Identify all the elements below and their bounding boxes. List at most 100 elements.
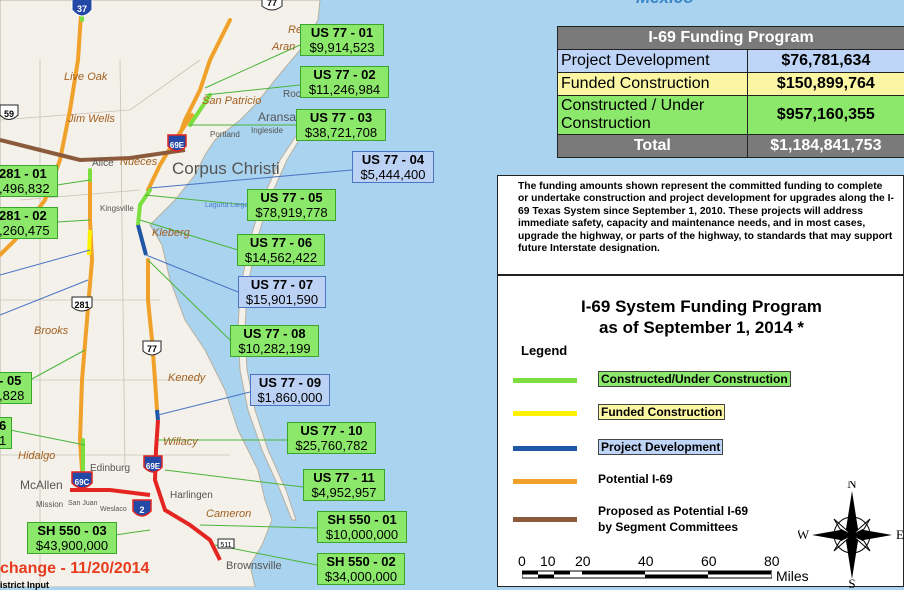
project-label-us77-06[interactable]: US 77 - 06 $14,562,422 xyxy=(237,234,325,266)
project-label-281-02[interactable]: 281 - 02 ,260,475 xyxy=(0,207,58,239)
project-code: 281 - 02 xyxy=(0,208,57,223)
funding-note: The funding amounts shown represent the … xyxy=(497,175,904,275)
legend-heading: Legend xyxy=(521,343,567,358)
project-label-us77-02[interactable]: US 77 - 02 $11,246,984 xyxy=(300,66,389,98)
project-amount: $11,246,984 xyxy=(301,82,388,97)
place-hidalgo: Hidalgo xyxy=(18,450,55,462)
scale-tick: 10 xyxy=(540,553,556,569)
place-harlingen: Harlingen xyxy=(170,490,213,501)
project-code: US 77 - 02 xyxy=(301,67,388,82)
legend-label-development: Project Development xyxy=(598,439,723,455)
project-label-sh550-01[interactable]: SH 550 - 01 $10,000,000 xyxy=(317,511,407,543)
project-label-us77-09[interactable]: US 77 - 09 $1,860,000 xyxy=(250,374,330,406)
project-code: US 77 - 04 xyxy=(353,152,433,167)
project-amount: $9,914,523 xyxy=(301,40,383,55)
place-jim-wells: Jim Wells xyxy=(68,113,115,125)
funding-amount: $150,899,764 xyxy=(747,73,904,96)
project-amount: ,496,832 xyxy=(0,181,57,196)
project-label-us77-07[interactable]: US 77 - 07 $15,901,590 xyxy=(238,276,326,308)
scale-tick: 40 xyxy=(638,553,654,569)
funding-row-constructed: Constructed / Under Construction $957,16… xyxy=(558,96,904,135)
district-input-note: istrict Input xyxy=(0,580,49,590)
svg-text:37: 37 xyxy=(77,4,87,14)
project-label-us77-05[interactable]: US 77 - 05 $78,919,778 xyxy=(247,189,336,221)
project-label-us77-08[interactable]: US 77 - 08 $10,282,199 xyxy=(230,325,319,357)
place-san-juan: San Juan xyxy=(68,500,98,507)
funding-total-amount: $1,184,841,753 xyxy=(747,135,904,158)
project-label-sh550-02[interactable]: SH 550 - 02 $34,000,000 xyxy=(317,553,405,585)
project-amount: $25,760,782 xyxy=(288,438,375,453)
place-nueces: Nueces xyxy=(120,156,157,168)
svg-text:2: 2 xyxy=(139,505,144,515)
shield-i37: 37 xyxy=(72,0,92,16)
place-willacy: Willacy xyxy=(163,436,198,448)
project-amount: 1 xyxy=(0,433,11,448)
legend-label-funded: Funded Construction xyxy=(598,404,725,420)
place-aransas: Aran xyxy=(272,41,295,53)
shield-us281: 281 xyxy=(72,297,92,311)
map-revision-note: change - 11/20/2014 xyxy=(0,560,149,578)
scale-bar: 0 10 20 40 60 80 Miles xyxy=(518,553,788,583)
project-code: 281 - 01 xyxy=(0,166,57,181)
project-amount: $4,952,957 xyxy=(304,485,384,500)
project-amount: $14,562,422 xyxy=(238,250,324,265)
project-label-us77-11[interactable]: US 77 - 11 $4,952,957 xyxy=(303,469,385,501)
place-alice: Alice xyxy=(92,158,114,169)
svg-text:281: 281 xyxy=(74,300,89,310)
project-label-partial-06[interactable]: 6 1 xyxy=(0,417,12,449)
svg-text:69E: 69E xyxy=(146,462,161,471)
funding-row-funded: Funded Construction $150,899,764 xyxy=(558,73,904,96)
scale-bar-graphic xyxy=(522,570,772,580)
funding-table: I-69 Funding Program Project Development… xyxy=(557,26,904,158)
funding-label: Funded Construction xyxy=(558,73,748,96)
svg-text:S: S xyxy=(848,576,855,588)
legend-title-line2: as of September 1, 2014 * xyxy=(498,317,904,338)
shield-us77: 77 xyxy=(143,341,161,355)
project-code: US 77 - 07 xyxy=(239,277,325,292)
compass-rose-icon: N S W E xyxy=(798,481,904,588)
svg-text:W: W xyxy=(798,527,810,542)
legend-label-proposed-2: by Segment Committees xyxy=(598,520,738,534)
project-amount: $15,901,590 xyxy=(239,292,325,307)
place-kleberg: Kleberg xyxy=(152,227,190,239)
project-amount: $43,900,000 xyxy=(28,538,116,553)
legend-panel: I-69 System Funding Program as of Septem… xyxy=(497,275,904,587)
funding-amount: $957,160,355 xyxy=(747,96,904,135)
place-cameron: Cameron xyxy=(206,508,251,520)
project-label-us77-03[interactable]: US 77 - 03 $38,721,708 xyxy=(296,109,386,141)
project-label-sh550-03[interactable]: SH 550 - 03 $43,900,000 xyxy=(27,522,117,554)
place-edinburg: Edinburg xyxy=(90,463,130,474)
project-code: SH 550 - 03 xyxy=(28,523,116,538)
legend-swatch-constructed xyxy=(513,378,577,383)
project-code: US 77 - 09 xyxy=(251,375,329,390)
project-label-us77-10[interactable]: US 77 - 10 $25,760,782 xyxy=(287,422,376,454)
place-laguna-larga: Laguna Larga xyxy=(205,202,248,209)
funding-label: Constructed / Under Construction xyxy=(558,96,748,135)
shield-i69e-rgv: 69E xyxy=(144,456,162,472)
legend-title: I-69 System Funding Program as of Septem… xyxy=(498,296,904,338)
project-label-partial-05[interactable]: - 05 ,828 xyxy=(0,372,32,404)
funding-row-development: Project Development $76,781,634 xyxy=(558,50,904,73)
shield-us59: 59 xyxy=(0,105,18,120)
place-ingleside: Ingleside xyxy=(251,126,283,135)
funding-label: Project Development xyxy=(558,50,748,73)
project-amount: $5,444,400 xyxy=(353,167,433,182)
project-label-us77-01[interactable]: US 77 - 01 $9,914,523 xyxy=(300,24,384,56)
project-label-281-01[interactable]: 281 - 01 ,496,832 xyxy=(0,165,58,197)
scale-tick: 20 xyxy=(575,553,591,569)
place-corpus-christi: Corpus Christi xyxy=(172,159,280,179)
project-code: US 77 - 11 xyxy=(304,470,384,485)
place-portland: Portland xyxy=(210,130,240,139)
legend-title-line1: I-69 System Funding Program xyxy=(498,296,904,317)
funding-row-total: Total $1,184,841,753 xyxy=(558,135,904,158)
project-code: US 77 - 10 xyxy=(288,423,375,438)
project-amount: $38,721,708 xyxy=(297,125,385,140)
project-code: - 05 xyxy=(0,373,31,388)
project-code: US 77 - 06 xyxy=(238,235,324,250)
svg-text:69C: 69C xyxy=(75,478,90,487)
legend-swatch-funded xyxy=(513,411,577,416)
funded-route xyxy=(89,230,90,255)
project-label-us77-04[interactable]: US 77 - 04 $5,444,400 xyxy=(352,151,434,183)
place-mcallen: McAllen xyxy=(20,478,63,492)
project-amount: $1,860,000 xyxy=(251,390,329,405)
